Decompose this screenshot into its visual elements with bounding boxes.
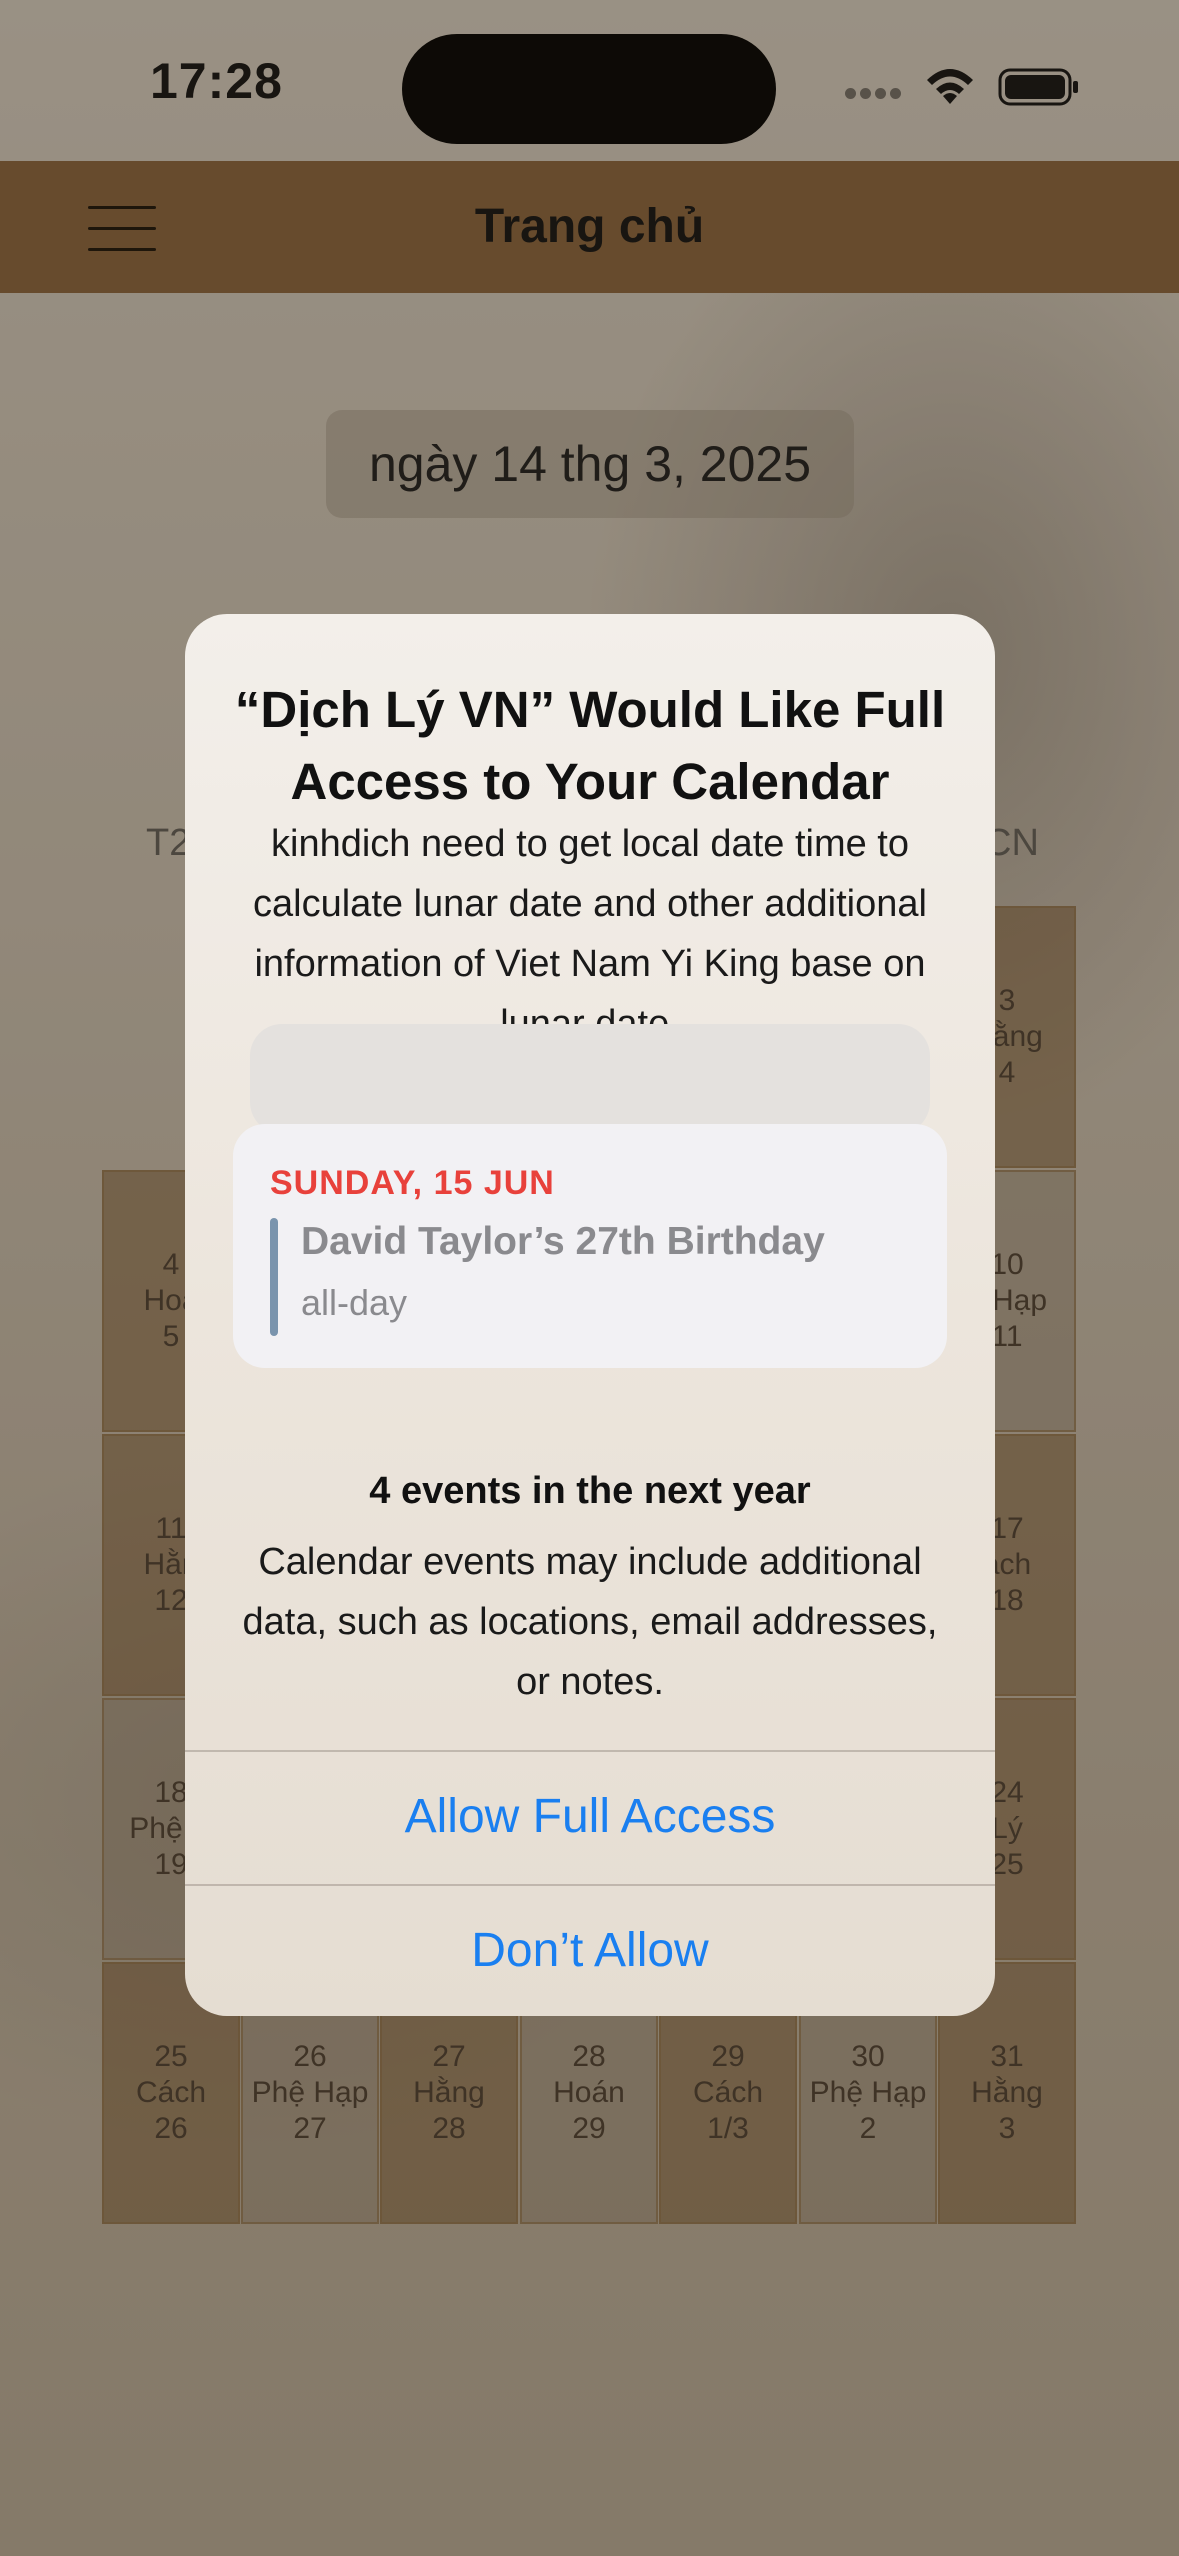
event-time: all-day: [301, 1282, 408, 1323]
events-note: Calendar events may include additional d…: [242, 1541, 938, 1703]
event-color-bar: [270, 1218, 278, 1336]
alert-message: kinhdich need to get local date time to …: [253, 823, 927, 1045]
event-date: SUNDAY, 15 JUN: [270, 1164, 555, 1202]
dont-allow-button[interactable]: Don’t Allow: [185, 1886, 995, 2016]
allow-full-access-button[interactable]: Allow Full Access: [185, 1752, 995, 1882]
events-count: 4 events in the next year: [369, 1470, 811, 1512]
calendar-permission-alert: “Dịch Lý VN” Would Like Full Access to Y…: [185, 614, 995, 2016]
event-preview-card: SUNDAY, 15 JUN David Taylor’s 27th Birth…: [233, 1124, 947, 1368]
event-title: David Taylor’s 27th Birthday: [301, 1220, 825, 1263]
event-card-stack-middle: [250, 1024, 930, 1134]
alert-title: “Dịch Lý VN” Would Like Full Access to Y…: [234, 681, 946, 810]
